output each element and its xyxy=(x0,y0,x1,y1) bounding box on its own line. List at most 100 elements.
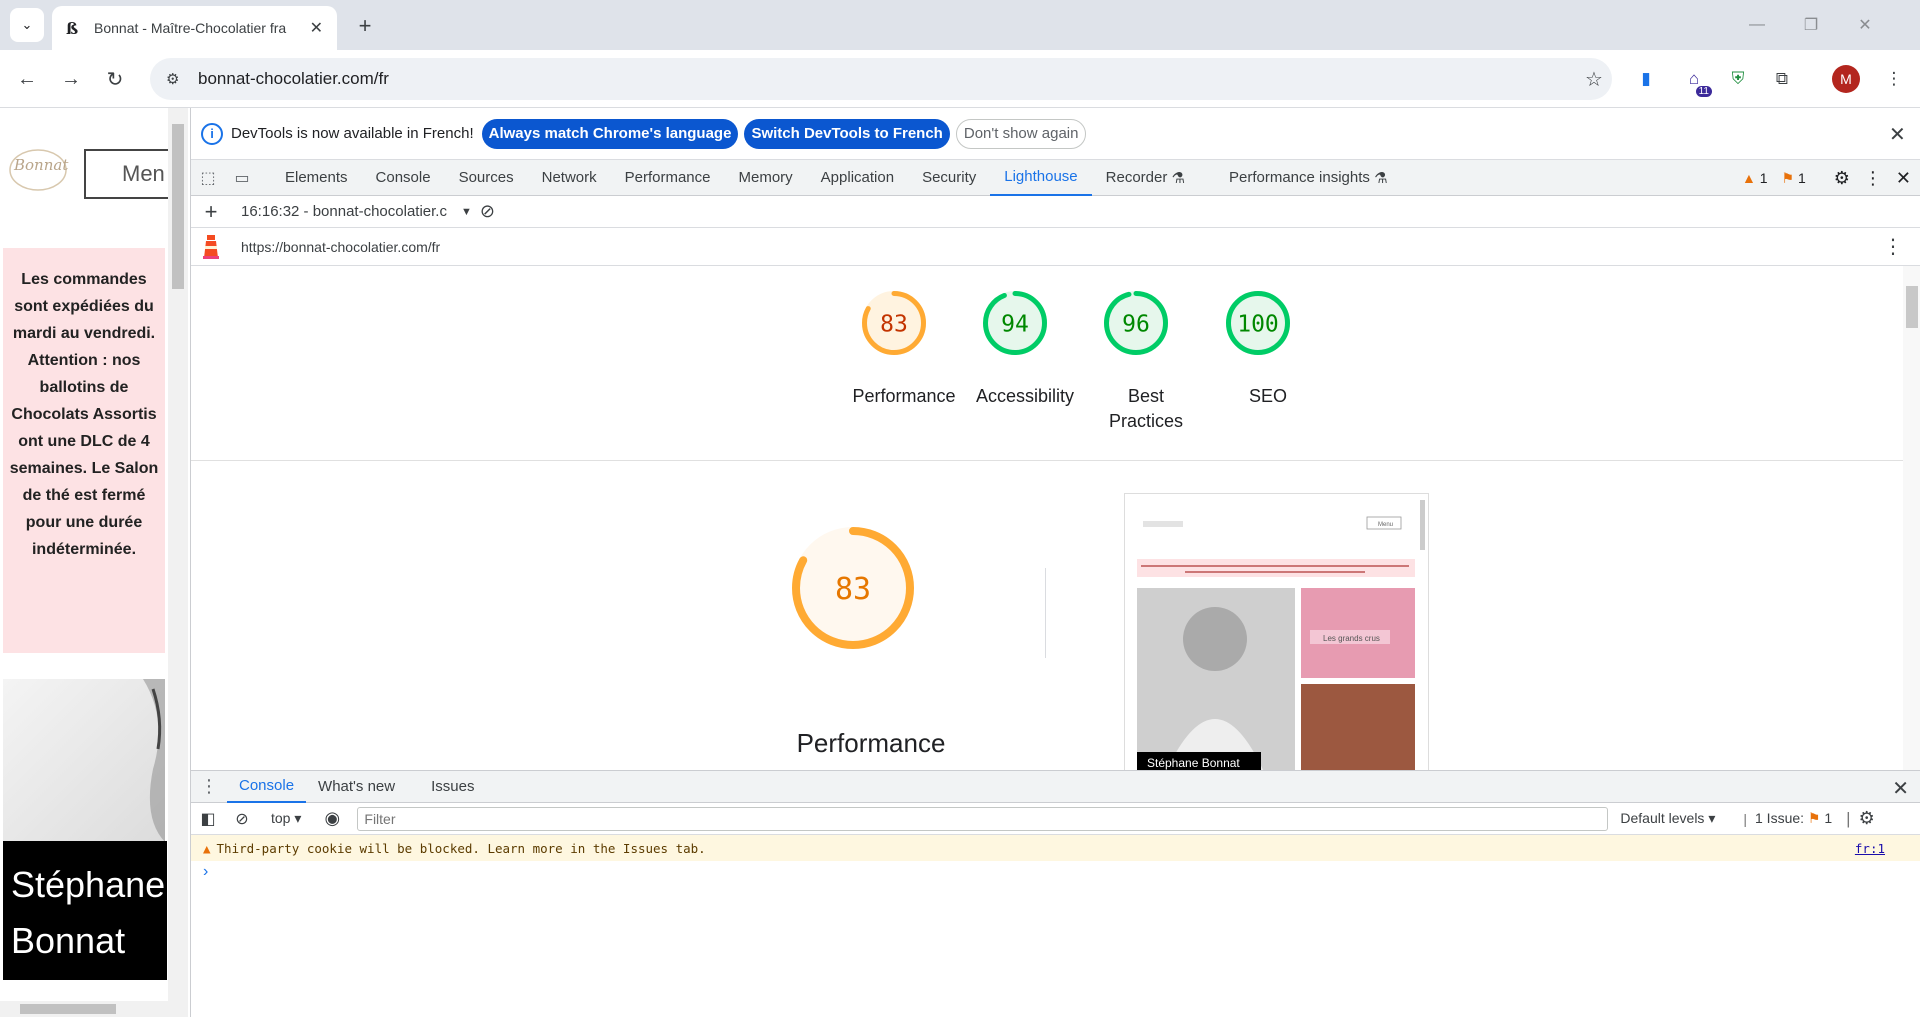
issues-divider: | xyxy=(1846,808,1851,828)
close-window-button[interactable]: ✕ xyxy=(1838,8,1892,42)
final-screenshot-thumbnail[interactable]: Menu Stéphane Bonnat Les grands crus xyxy=(1124,493,1429,770)
drawer-more-icon[interactable]: ⋮ xyxy=(191,776,227,797)
device-toolbar-icon[interactable]: ▭ xyxy=(225,168,259,188)
restore-button[interactable]: ❐ xyxy=(1784,8,1838,42)
devtools-tabbar: ⬚ ▭ Elements Console Sources Network Per… xyxy=(191,160,1920,196)
performance-big-gauge: 83 xyxy=(731,526,1011,686)
gauge-label: Best Practices xyxy=(1108,386,1184,431)
always-match-language-button[interactable]: Always match Chrome's language xyxy=(481,118,739,149)
report-selector[interactable]: 16:16:32 - bonnat-chocolatier.c xyxy=(241,203,461,220)
gauge-seo[interactable]: 100 SEO xyxy=(1213,290,1323,409)
chrome-menu-icon[interactable]: ⋮ xyxy=(1880,65,1908,93)
back-button[interactable]: ← xyxy=(9,61,45,97)
bonnat-logo[interactable]: Bonnat xyxy=(8,140,82,196)
tab-search-dropdown[interactable]: ⌄ xyxy=(10,8,44,42)
dont-show-again-button[interactable]: Don't show again xyxy=(955,118,1087,149)
new-report-button[interactable]: + xyxy=(191,199,231,225)
report-menu-icon[interactable]: ⋮ xyxy=(1883,234,1903,259)
forward-button[interactable]: → xyxy=(53,61,89,97)
tab-console[interactable]: Console xyxy=(362,160,445,196)
console-settings-gear-icon[interactable]: ⚙ xyxy=(1859,808,1875,829)
console-warning-message: ▲ Third-party cookie will be blocked. Le… xyxy=(191,835,1920,861)
drawer-tab-whats-new[interactable]: What's new xyxy=(306,771,407,803)
chevron-down-icon: ⌄ xyxy=(21,17,33,32)
drawer-tab-issues[interactable]: Issues xyxy=(419,771,486,803)
tab-lighthouse[interactable]: Lighthouse xyxy=(990,160,1092,196)
bookmark-star-icon[interactable]: ☆ xyxy=(1576,67,1612,92)
context-selector[interactable]: top ▾ xyxy=(271,810,301,827)
flask-icon: ⚗ xyxy=(1374,169,1388,187)
page-vertical-scrollbar[interactable] xyxy=(168,108,188,1017)
tab-security[interactable]: Security xyxy=(908,160,990,196)
warnings-counter[interactable]: ▲ 1 xyxy=(1742,170,1768,186)
gauge-accessibility-ring: 94 xyxy=(983,291,1047,355)
shield-check-icon[interactable]: ⛨ xyxy=(1724,65,1752,93)
inspect-element-icon[interactable]: ⬚ xyxy=(191,168,225,188)
clear-console-icon[interactable]: ⊘ xyxy=(225,809,259,829)
console-filter-input[interactable] xyxy=(357,806,1609,831)
close-devtools-icon[interactable]: ✕ xyxy=(1896,168,1911,189)
browser-tab-active[interactable]: ß Bonnat - Maître-Chocolatier fra ✕ xyxy=(52,6,337,50)
extensions-puzzle-icon[interactable]: ⧉ xyxy=(1768,65,1796,93)
warning-source-link[interactable]: fr:1 xyxy=(1855,841,1885,856)
tab-sources[interactable]: Sources xyxy=(445,160,528,196)
gauge-best-practices[interactable]: 96 Best Practices xyxy=(1091,290,1201,434)
console-issues-link[interactable]: 1 Issue: ⚑ 1 xyxy=(1755,810,1832,827)
report-scrollbar[interactable] xyxy=(1903,266,1920,770)
menu-button[interactable]: Men xyxy=(84,149,174,199)
address-bar[interactable]: ⚙ bonnat-chocolatier.com/fr ☆ xyxy=(150,58,1612,100)
tab-elements[interactable]: Elements xyxy=(271,160,362,196)
lighthouse-toolbar: + 16:16:32 - bonnat-chocolatier.c ▼ ⊘ xyxy=(191,196,1920,228)
clear-reports-icon[interactable]: ⊘ xyxy=(480,201,495,222)
gauge-label: Performance xyxy=(852,386,956,406)
sidebar-toggle-icon[interactable]: ◧ xyxy=(191,809,225,829)
chocolatier-photo xyxy=(3,679,165,842)
flask-icon: ⚗ xyxy=(1171,169,1185,187)
tab-network[interactable]: Network xyxy=(528,160,611,196)
gauge-performance[interactable]: 83 Performance xyxy=(849,290,959,409)
log-levels-value: Default levels xyxy=(1620,810,1705,826)
tab-recorder[interactable]: Recorder ⚗ xyxy=(1092,160,1199,196)
gauge-accessibility[interactable]: 94 Accessibility xyxy=(970,290,1080,409)
close-infobar-icon[interactable]: ✕ xyxy=(1889,122,1906,147)
extension-graduation-icon[interactable]: ⌂ 11 xyxy=(1680,65,1712,97)
drawer-tabbar: ⋮ Console What's new Issues ✕ xyxy=(191,771,1920,803)
drawer-tab-console[interactable]: Console xyxy=(227,771,307,803)
devtools-menu-icon[interactable]: ⋮ xyxy=(1864,168,1882,189)
browser-toolbar: ← → ↻ ⚙ bonnat-chocolatier.com/fr ☆ ▮ ⌂ … xyxy=(0,50,1920,108)
reload-button[interactable]: ↻ xyxy=(97,61,133,97)
page-horizontal-scrollbar[interactable] xyxy=(0,1001,168,1017)
report-selector-caret-icon[interactable]: ▼ xyxy=(461,206,472,218)
tab-memory[interactable]: Memory xyxy=(725,160,807,196)
devtools-panel: i DevTools is now available in French! A… xyxy=(190,108,1920,1017)
report-url[interactable]: https://bonnat-chocolatier.com/fr xyxy=(241,239,440,255)
scrollbar-thumb[interactable] xyxy=(1906,286,1918,328)
scrollbar-thumb[interactable] xyxy=(20,1004,116,1014)
stephane-bonnat-banner[interactable]: Stéphane Bonnat xyxy=(3,841,167,980)
console-prompt-chevron-icon[interactable]: › xyxy=(203,863,208,881)
site-info-icon[interactable]: ⚙ xyxy=(166,70,186,88)
warning-text: Third-party cookie will be blocked. Lear… xyxy=(216,840,706,856)
live-expression-eye-icon[interactable]: ◉ xyxy=(315,808,349,829)
gauge-seo-ring: 100 xyxy=(1226,291,1290,355)
switch-to-french-button[interactable]: Switch DevTools to French xyxy=(744,118,950,149)
warnings-count: 1 xyxy=(1759,170,1768,186)
context-selector-value: top xyxy=(271,810,291,826)
minimize-button[interactable]: — xyxy=(1730,8,1784,42)
settings-gear-icon[interactable]: ⚙ xyxy=(1834,168,1850,189)
close-drawer-icon[interactable]: ✕ xyxy=(1892,776,1909,801)
profile-avatar[interactable]: M xyxy=(1832,65,1860,93)
new-tab-button[interactable]: + xyxy=(350,12,380,40)
address-text[interactable]: bonnat-chocolatier.com/fr xyxy=(198,69,1576,89)
log-levels-dropdown[interactable]: Default levels ▾ xyxy=(1620,810,1715,827)
scrollbar-thumb[interactable] xyxy=(172,124,184,289)
tab-performance-insights[interactable]: Performance insights ⚗ xyxy=(1215,160,1402,196)
tab-performance[interactable]: Performance xyxy=(611,160,725,196)
tab-application[interactable]: Application xyxy=(807,160,908,196)
tab-close-icon[interactable]: ✕ xyxy=(310,18,323,38)
issues-counter[interactable]: ⚑ 1 xyxy=(1782,170,1806,187)
extension-clipboard-icon[interactable]: ▮ xyxy=(1632,65,1660,93)
screenshot-menu-text: Menu xyxy=(1378,522,1393,528)
extension-badge: 11 xyxy=(1695,86,1712,97)
info-icon: i xyxy=(201,122,223,145)
